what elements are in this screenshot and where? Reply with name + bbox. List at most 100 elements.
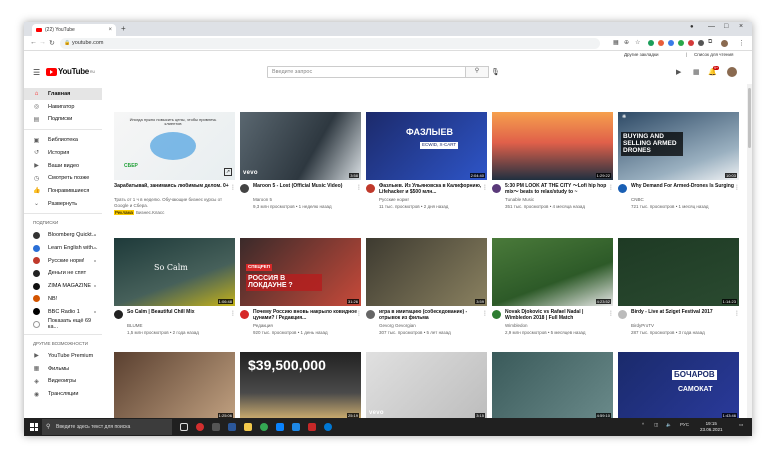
video-card[interactable]: 3:59 игра в имитацию (собеседование) - от… [366,238,488,346]
browser-tab-youtube[interactable]: (22) YouTube × [32,24,116,36]
zoom-icon[interactable]: ⊕ [624,39,629,46]
channel-name[interactable]: Русские норм! [379,197,485,203]
window-maximize-button[interactable]: □ [724,23,728,30]
video-title[interactable]: 5:30 PM LOOK AT THE CITY ～Lofi hip hop m… [505,183,611,195]
video-card[interactable]: 1:29:22 5:30 PM LOOK AT THE CITY ～Lofi hi… [492,112,614,220]
channel-avatar[interactable] [114,310,123,319]
url-field[interactable]: 🔒 youtube.com [60,38,600,49]
extension-icon[interactable] [668,40,674,46]
video-thumbnail[interactable]: 4:59:10 [492,352,613,418]
video-title[interactable]: Maroon 5 - Lost (Official Music Video) [253,183,359,189]
video-menu-icon[interactable]: ⋮ [734,310,740,317]
video-menu-icon[interactable]: ⋮ [608,310,614,317]
video-menu-icon[interactable]: ⋮ [482,310,488,317]
video-title[interactable]: So Calm | Beautiful Chill Mix [127,309,233,315]
channel-avatar[interactable] [366,184,375,193]
video-menu-icon[interactable]: ⋮ [734,184,740,191]
channel-name[interactable]: Бизнес.Класс [136,210,164,215]
channel-name[interactable]: Gevorg Gevorgian [379,323,485,329]
apps-grid-icon[interactable]: ▦ [693,68,700,76]
extension-icon[interactable] [698,40,704,46]
create-video-icon[interactable]: ▶ [676,68,681,76]
photos-icon[interactable] [292,423,300,431]
outlook-icon[interactable] [276,423,284,431]
video-thumbnail[interactable]: vevo 3:58 [240,112,361,180]
video-card[interactable]: 4:23:52 Novak Djokovic vs Rafael Nadal | … [492,238,614,346]
user-avatar[interactable] [727,67,737,77]
channel-avatar[interactable] [366,310,375,319]
channel-avatar[interactable] [240,184,249,193]
channel-avatar[interactable] [618,184,627,193]
channel-name[interactable]: Редакция [253,323,359,329]
video-thumbnail[interactable]: БОЧАРОВ САМОКАТ 1:43:46 [618,352,739,418]
channel-avatar[interactable] [492,310,501,319]
video-card[interactable]: $39,500,00025:19Inside a $39,500,000 New… [240,352,361,418]
pdf-icon[interactable] [308,423,316,431]
video-menu-icon[interactable]: ⋮ [608,184,614,191]
extension-icon[interactable] [648,40,654,46]
file-explorer-icon[interactable] [244,423,252,431]
video-title[interactable]: игра в имитацию (собеседование) - отрыво… [379,309,485,321]
page-scrollbar[interactable] [747,84,752,418]
search-input[interactable]: Введите запрос [267,66,478,78]
video-thumbnail[interactable]: $39,500,000 25:19 [240,352,361,418]
window-minimize-button[interactable]: — [708,23,715,30]
channel-name[interactable]: BirdyProTV [631,323,737,329]
extension-icon[interactable] [688,40,694,46]
video-menu-icon[interactable]: ⋮ [230,310,236,317]
other-bookmarks[interactable]: Другие закладки [624,52,658,57]
window-close-button[interactable]: × [739,23,743,30]
video-card[interactable]: Иногда нужно повысить цены, чтобы привле… [114,112,236,220]
youtube-logo[interactable]: YouTube RU [46,67,95,76]
taskbar-app-icon[interactable] [212,423,220,431]
video-title[interactable]: Почему Россию вновь накрыло ковидное цун… [253,309,359,321]
video-thumbnail[interactable]: So Calm 1:06:48 [114,238,235,306]
video-thumbnail[interactable]: СПЕЦРЕП РОССИЯ В ЛОКДАУНЕ ? 31:26 [240,238,361,306]
edge-icon[interactable] [324,423,332,431]
channel-avatar[interactable] [618,310,627,319]
extensions-puzzle-icon[interactable]: ⧉ [708,39,712,46]
video-card[interactable]: So Calm 1:06:48 So Calm | Beautiful Chill … [114,238,236,346]
video-card[interactable]: vevo 3:58 Maroon 5 - Lost (Official Music … [240,112,362,220]
qr-icon[interactable]: ▦ [613,39,619,46]
video-title[interactable]: Фазлыев. Из Ульяновска в Калифорнию, Lif… [379,183,485,195]
video-card[interactable]: 4:59:10Идеальная музыка теплого солнечно… [492,352,613,418]
video-menu-icon[interactable]: ⋮ [356,184,362,191]
word-icon[interactable] [228,423,236,431]
search-button[interactable]: ⚲ [465,66,489,78]
back-arrow-icon[interactable]: ← [30,39,37,46]
notification-center-icon[interactable]: ▭ [739,422,743,428]
reload-icon[interactable]: ↻ [49,39,55,47]
external-link-icon[interactable]: ↗ [224,168,232,176]
video-thumbnail[interactable]: ФАЗЛЫЕВ ECWID, X-CART 2:04:40 [366,112,487,180]
video-menu-icon[interactable]: ⋮ [482,184,488,191]
tray-expand-icon[interactable]: ^ [642,422,644,427]
forward-arrow-icon[interactable]: → [39,39,46,46]
volume-icon[interactable]: 🔈 [666,422,672,428]
video-card[interactable]: BUYING AND SELLING ARMED DRONES ❋ 10:03 Why… [618,112,740,220]
chrome-icon[interactable] [260,423,268,431]
hamburger-menu-icon[interactable]: ☰ [33,68,40,77]
video-thumbnail[interactable]: BUYING AND SELLING ARMED DRONES ❋ 10:03 [618,112,739,180]
extension-icon[interactable] [658,40,664,46]
video-card[interactable]: vevo3:15Sigrid - Sucker PunchSigrid⋮ [366,352,487,418]
channel-avatar[interactable] [240,310,249,319]
video-title[interactable]: Why Demand For Armed-Drones Is Surging [631,183,737,189]
channel-name[interactable]: Реклама Бизнес.Класс [114,210,220,216]
channel-avatar[interactable] [492,184,501,193]
video-menu-icon[interactable]: ⋮ [356,310,362,317]
video-card[interactable]: ФАЗЛЫЕВ ECWID, X-CART 2:04:40 Фазлыев. Из У… [366,112,488,220]
network-icon[interactable]: ◫ [654,422,658,428]
reading-list[interactable]: Список для чтения [694,52,733,57]
opera-icon[interactable] [196,423,204,431]
video-thumbnail[interactable]: Иногда нужно повысить цены, чтобы привле… [114,112,235,180]
channel-name[interactable]: CNBC [631,197,737,203]
video-title[interactable]: Зарабатывай, занимаясь любимым делом. 0+ [114,183,234,189]
tab-close-icon[interactable]: × [108,27,112,33]
channel-name[interactable]: Wimbledon [505,323,611,329]
microphone-icon[interactable]: 🎙 [491,68,500,76]
channel-name[interactable]: Maroon 5 [253,197,359,203]
scrollbar-thumb[interactable] [748,88,751,148]
channel-name[interactable]: Tunable Music [505,197,611,203]
video-thumbnail[interactable]: 3:59 [366,238,487,306]
